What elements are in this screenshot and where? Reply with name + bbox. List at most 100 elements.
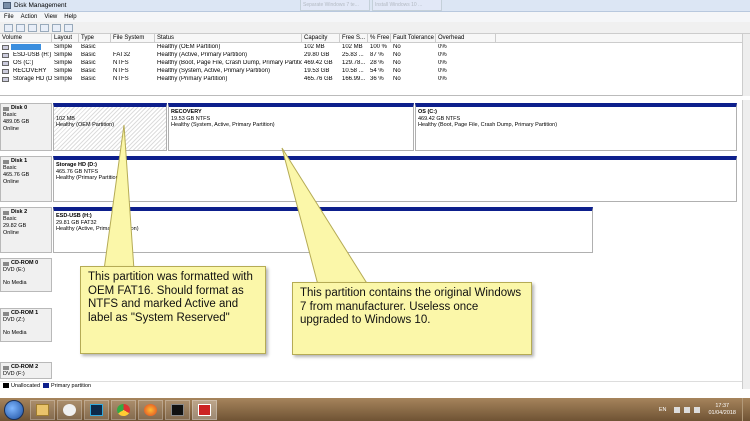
back-icon[interactable] <box>4 23 13 32</box>
legend-primary: Primary partition <box>51 382 92 389</box>
chrome-icon[interactable] <box>111 399 136 420</box>
column-header[interactable]: Type <box>79 33 111 43</box>
disk-map-scrollbar[interactable] <box>742 100 750 389</box>
volume-cell-fault: No <box>393 68 401 74</box>
disk-management-icon[interactable] <box>192 399 217 420</box>
column-header[interactable]: Fault Tolerance <box>391 33 436 43</box>
forward-icon[interactable] <box>16 23 25 32</box>
properties-icon[interactable] <box>28 23 37 32</box>
firefox-icon[interactable] <box>138 399 163 420</box>
menu-file[interactable]: File <box>4 14 14 20</box>
photoshop-icon[interactable] <box>84 399 109 420</box>
column-header[interactable]: Overhead <box>436 33 496 43</box>
background-tab[interactable]: Separate Windows 7 te... <box>300 0 370 11</box>
partition-recovery[interactable]: RECOVERY 19.53 GB NTFS Healthy (System, … <box>168 103 414 151</box>
volume-cell-pct: 28 % <box>370 60 384 66</box>
volume-row[interactable]: Storage HD (D:) Simple Basic NTFS Healthy (P… <box>0 75 742 83</box>
column-header[interactable]: Free S... <box>340 33 368 43</box>
volume-cell-fs: NTFS <box>113 76 129 82</box>
volume-row[interactable]: Simple Basic Healthy (OEM Partition) 102 MB… <box>0 43 742 51</box>
title-bar: Disk Management Separate Windows 7 te...… <box>0 0 750 12</box>
partition-status: Healthy (Boot, Page File, Crash Dump, Pr… <box>418 122 558 128</box>
volume-cell-fault: No <box>393 60 401 66</box>
column-header[interactable]: Status <box>155 33 302 43</box>
volume-cell-layout: Simple <box>54 44 73 50</box>
disk-type: Basic <box>3 216 17 222</box>
disk-name-text: Disk 2 <box>11 209 28 215</box>
disk-icon <box>3 210 9 215</box>
disk-label[interactable]: CD-ROM 0 DVD (E:) No Media <box>0 258 52 292</box>
background-tab[interactable]: Install Windows 10 ... <box>372 0 442 11</box>
settings-icon[interactable] <box>64 23 73 32</box>
network-icon[interactable] <box>684 406 691 413</box>
volume-cell-capacity: 102 MB <box>304 44 325 50</box>
disk-label[interactable]: Disk 2 Basic 29.82 GB Online <box>0 207 52 253</box>
legend-unallocated: Unallocated <box>11 382 41 389</box>
volume-row[interactable]: ESD-USB (H:) Simple Basic FAT32 Healthy (Act… <box>0 51 742 59</box>
column-header[interactable]: File System <box>111 33 155 43</box>
menu-view[interactable]: View <box>44 14 57 20</box>
disk-type: DVD (E:) <box>3 267 25 273</box>
menu-help[interactable]: Help <box>64 14 76 20</box>
volume-cell-volume: OS (C:) <box>0 60 52 66</box>
flag-icon[interactable] <box>674 406 681 413</box>
volume-cell-volume: ESD-USB (H:) <box>0 52 52 58</box>
disk-type: DVD (Z:) <box>3 317 25 323</box>
start-button[interactable] <box>4 399 24 420</box>
explorer-icon[interactable] <box>30 399 55 420</box>
cmd-icon[interactable] <box>165 399 190 420</box>
disk-name: Disk 0 <box>3 105 49 112</box>
volume-name: Storage HD (D:) <box>13 76 52 82</box>
volume-cell-overhead: 0% <box>438 68 447 74</box>
dvd-icon <box>3 261 9 266</box>
menu-action[interactable]: Action <box>21 14 38 20</box>
volume-cell-fs: NTFS <box>113 68 129 74</box>
disk-label[interactable]: CD-ROM 1 DVD (Z:) No Media <box>0 308 52 342</box>
disk-row: Disk 2 Basic 29.82 GB Online ESD-USB (H:… <box>0 207 742 255</box>
disk-label[interactable]: Disk 1 Basic 465.76 GB Online <box>0 156 52 202</box>
volume-icon[interactable] <box>694 406 701 413</box>
taskbar: EN 17:37 01/04/2018 <box>0 398 750 421</box>
partition-esd-usb[interactable]: ESD-USB (H:) 29.81 GB FAT32 Healthy (Act… <box>53 207 593 253</box>
disk-size: 29.82 GB <box>3 223 27 229</box>
volume-list-scrollbar[interactable] <box>742 34 750 96</box>
disk-icon <box>3 159 9 164</box>
volume-cell-free: 10.58 ... <box>342 68 364 74</box>
volume-cell-status: Healthy (System, Active, Primary Partiti… <box>157 68 271 74</box>
partition-status: Healthy (System, Active, Primary Partiti… <box>171 122 275 128</box>
column-header[interactable]: Layout <box>52 33 79 43</box>
volume-cell-overhead: 0% <box>438 44 447 50</box>
partition-storage[interactable]: Storage HD (D:) 465.76 GB NTFS Healthy (… <box>53 156 737 202</box>
callout-oem-note: This partition was formatted with OEM FA… <box>80 266 266 354</box>
volume-row[interactable]: OS (C:) Simple Basic NTFS Healthy (Boot, Pag… <box>0 59 742 67</box>
help-icon[interactable] <box>40 23 49 32</box>
disk-label[interactable]: CD-ROM 2 DVD (F:) <box>0 362 52 379</box>
volume-cell-pct: 54 % <box>370 68 384 74</box>
volume-cell-type: Basic <box>81 76 96 82</box>
show-desktop-button[interactable] <box>742 398 750 421</box>
volume-cell-pct: 36 % <box>370 76 384 82</box>
language-indicator[interactable]: EN <box>659 407 667 413</box>
window-title: Disk Management <box>14 2 67 9</box>
clock[interactable]: 17:37 01/04/2018 <box>708 403 736 417</box>
refresh-icon[interactable] <box>52 23 61 32</box>
partition-oem[interactable]: 102 MB Healthy (OEM Partition) <box>53 103 167 151</box>
volume-cell-capacity: 469.42 GB <box>304 60 333 66</box>
column-header[interactable]: % Free <box>368 33 391 43</box>
volume-cell-status: Healthy (OEM Partition) <box>157 44 221 50</box>
partition-os[interactable]: OS (C:) 469.42 GB NTFS Healthy (Boot, Pa… <box>415 103 737 151</box>
disk-state: Online <box>3 126 19 132</box>
volume-cell-volume <box>0 44 52 50</box>
disk-state: No Media <box>3 330 27 336</box>
column-header[interactable]: Capacity <box>302 33 340 43</box>
volume-cell-capacity: 19.53 GB <box>304 68 330 74</box>
disk-name: Disk 1 <box>3 158 49 165</box>
primary-swatch <box>43 383 50 388</box>
volume-cell-fs: NTFS <box>113 60 129 66</box>
disk-type: Basic <box>3 165 17 171</box>
paint-icon[interactable] <box>57 399 82 420</box>
column-header[interactable]: Volume <box>0 33 52 43</box>
volume-row[interactable]: RECOVERY Simple Basic NTFS Healthy (System, … <box>0 67 742 75</box>
volume-cell-fs: FAT32 <box>113 52 131 58</box>
disk-label[interactable]: Disk 0 Basic 489.05 GB Online <box>0 103 52 151</box>
